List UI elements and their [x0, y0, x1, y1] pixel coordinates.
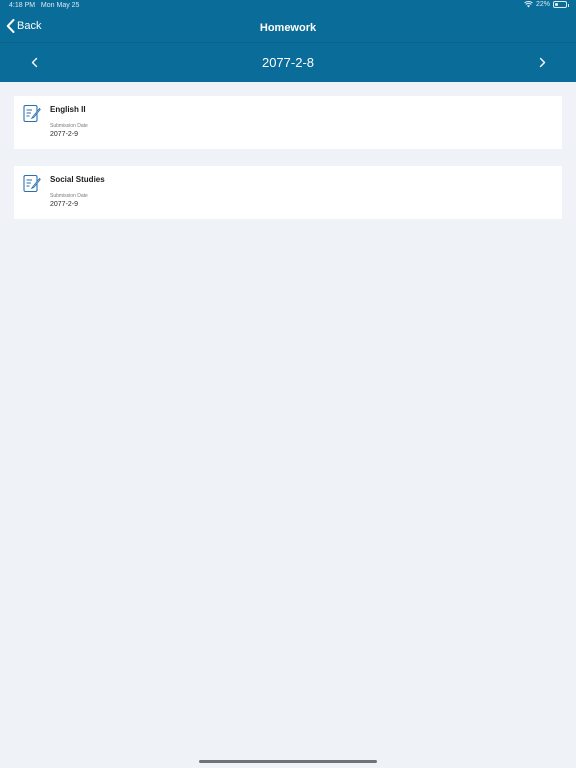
- submission-date: 2077-2-9: [50, 201, 79, 208]
- page-title: Homework: [259, 22, 317, 34]
- homework-card[interactable]: Social Studies Submission Date 2077-2-9: [14, 166, 562, 219]
- home-indicator[interactable]: [199, 760, 377, 763]
- battery-icon: [553, 1, 569, 8]
- status-time: 4:18 PM: [9, 2, 36, 9]
- next-date-button[interactable]: [535, 55, 551, 71]
- submission-date: 2077-2-9: [50, 131, 79, 138]
- chevron-right-icon: [539, 57, 546, 68]
- homework-subject: English II: [50, 105, 86, 114]
- submission-date-label: Submission Date: [50, 193, 88, 199]
- status-bar-time: 4:18 PM Mon May 25: [9, 2, 79, 9]
- wifi-icon: [524, 1, 533, 8]
- homework-edit-icon: [23, 104, 41, 123]
- navigation-header: 4:18 PM Mon May 25 22% Back Homework: [0, 0, 576, 43]
- status-date: Mon May 25: [40, 2, 80, 9]
- homework-card[interactable]: English II Submission Date 2077-2-9: [14, 96, 562, 149]
- homework-subject: Social Studies: [50, 175, 105, 184]
- battery-percent: 22%: [535, 1, 550, 8]
- submission-date-label: Submission Date: [50, 123, 88, 129]
- status-bar-right: 22%: [524, 1, 569, 8]
- date-navigator: 2077-2-8: [0, 43, 576, 82]
- current-date: 2077-2-8: [261, 55, 315, 70]
- homework-edit-icon: [23, 174, 41, 193]
